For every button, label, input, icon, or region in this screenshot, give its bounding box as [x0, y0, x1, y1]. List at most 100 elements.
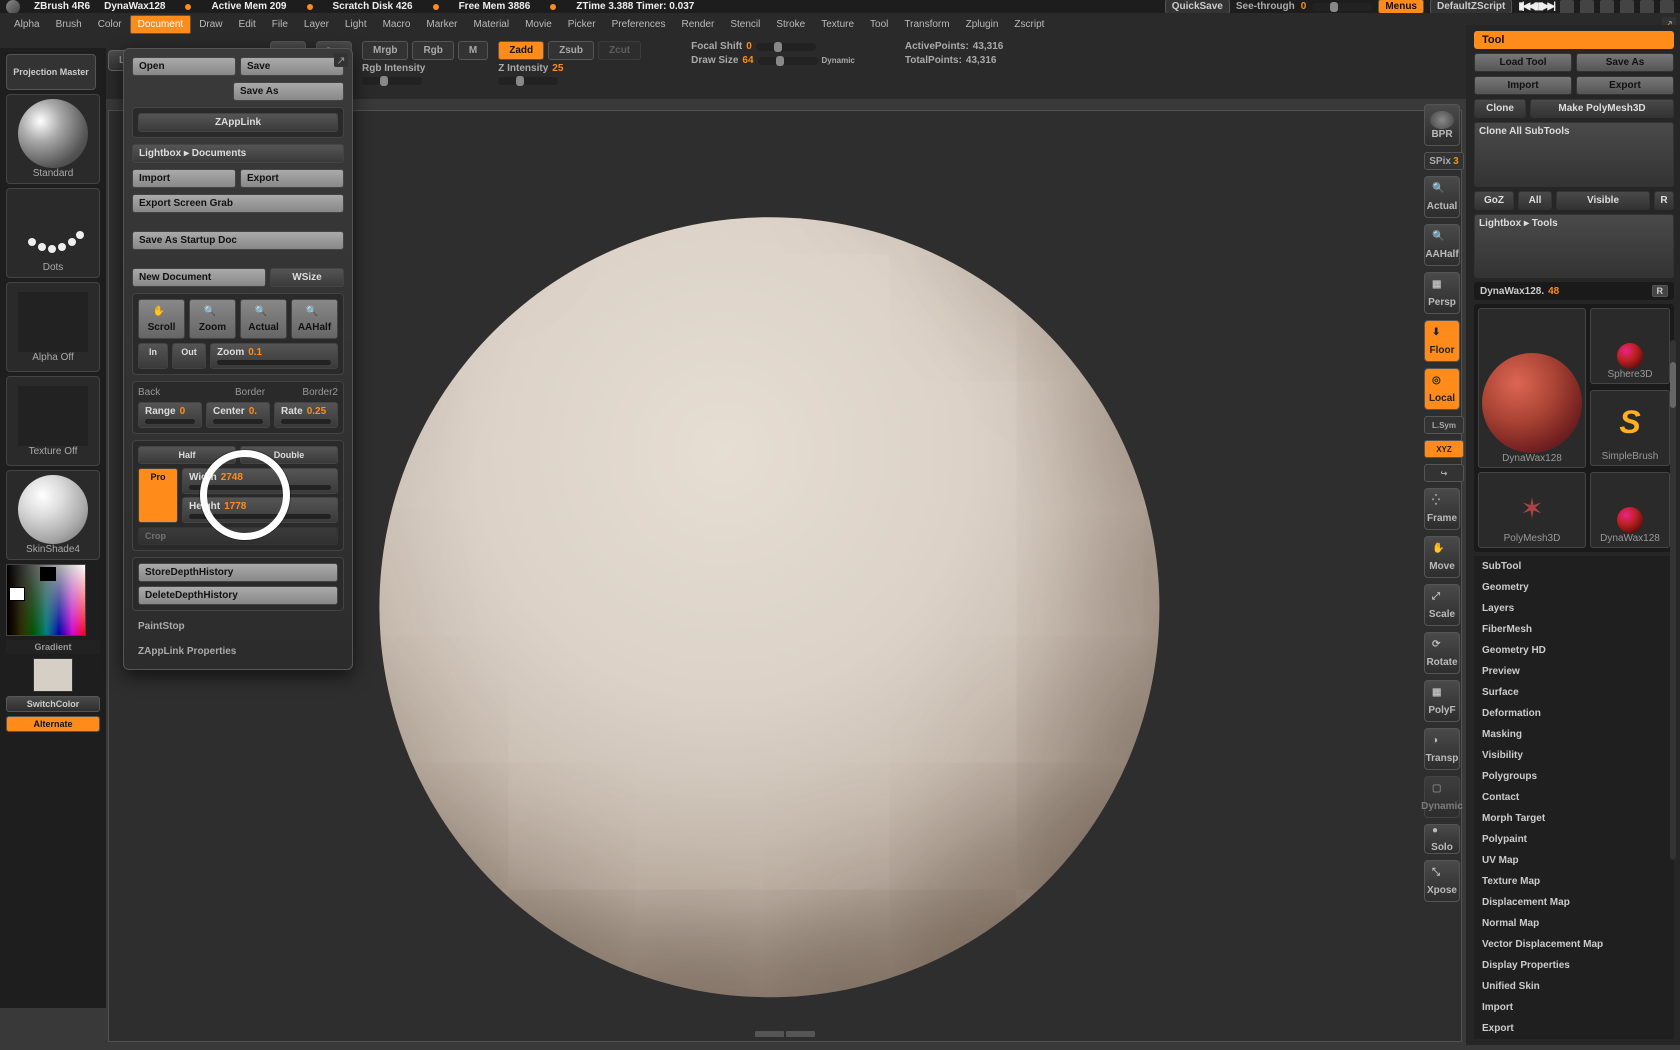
- import-tool-button[interactable]: Import: [1474, 76, 1572, 95]
- visible-button[interactable]: Visible: [1556, 191, 1650, 210]
- goz-button[interactable]: GoZ: [1474, 191, 1514, 210]
- actual-button[interactable]: 🔍Actual: [1424, 176, 1460, 218]
- tool-section-surface[interactable]: Surface: [1474, 682, 1674, 703]
- rgb-toggle[interactable]: Rgb: [412, 41, 453, 60]
- thumb-dynawax[interactable]: DynaWax128: [1590, 472, 1670, 548]
- doc-width[interactable]: Width2748: [182, 468, 338, 494]
- menu-macro[interactable]: Macro: [375, 15, 419, 34]
- zoom-in[interactable]: In: [138, 343, 168, 369]
- drawsize-slider[interactable]: [758, 57, 818, 65]
- projection-master-button[interactable]: Projection Master: [6, 54, 96, 90]
- active-tool-name[interactable]: DynaWax128.48R: [1474, 282, 1674, 300]
- move-nav-button[interactable]: ✋Move: [1424, 536, 1460, 578]
- doc-saveas[interactable]: Save As: [233, 82, 344, 101]
- tool-section-visibility[interactable]: Visibility: [1474, 745, 1674, 766]
- tool-section-fibermesh[interactable]: FiberMesh: [1474, 619, 1674, 640]
- rgb-intensity-slider[interactable]: [362, 77, 422, 85]
- focal-slider[interactable]: [756, 43, 816, 51]
- defaultscript-button[interactable]: DefaultZScript: [1430, 0, 1512, 14]
- z-intensity-slider[interactable]: [498, 77, 558, 85]
- menu-alpha[interactable]: Alpha: [6, 15, 48, 34]
- tool-section-vector-displacement-map[interactable]: Vector Displacement Map: [1474, 934, 1674, 955]
- seethrough-slider[interactable]: [1312, 3, 1372, 11]
- tool-panel-scrollbar[interactable]: [1670, 340, 1676, 860]
- menu-render[interactable]: Render: [674, 15, 723, 34]
- lsym-chip[interactable]: L.Sym: [1424, 416, 1464, 434]
- tool-section-texture-map[interactable]: Texture Map: [1474, 871, 1674, 892]
- menu-zplugin[interactable]: Zplugin: [958, 15, 1007, 34]
- tool-section-import[interactable]: Import: [1474, 997, 1674, 1018]
- rotate-nav-button[interactable]: ⟳Rotate: [1424, 632, 1460, 674]
- pro-toggle[interactable]: Pro: [138, 468, 178, 523]
- brush-thumb[interactable]: Standard: [6, 94, 100, 184]
- solo-button[interactable]: ●Solo: [1424, 824, 1460, 854]
- paintstop-section[interactable]: PaintStop: [132, 617, 344, 636]
- m-toggle[interactable]: M: [458, 41, 488, 60]
- dynamic-label[interactable]: Dynamic: [822, 56, 855, 65]
- z-intensity-value[interactable]: 25: [552, 63, 563, 74]
- tool-section-display-properties[interactable]: Display Properties: [1474, 955, 1674, 976]
- persp-button[interactable]: ▦Persp: [1424, 272, 1460, 314]
- canvas-tray-handle[interactable]: [755, 1031, 815, 1039]
- menu-stroke[interactable]: Stroke: [768, 15, 813, 34]
- alpha-thumb[interactable]: Alpha Off: [6, 282, 100, 372]
- menu-transform[interactable]: Transform: [896, 15, 957, 34]
- menu-document[interactable]: Document: [130, 15, 192, 34]
- polyf-button[interactable]: ▦PolyF: [1424, 680, 1460, 722]
- tool-section-subtool[interactable]: SubTool: [1474, 556, 1674, 577]
- zapplink-props-section[interactable]: ZAppLink Properties: [132, 642, 344, 661]
- export-screengrab[interactable]: Export Screen Grab: [132, 194, 344, 213]
- tool-r-button[interactable]: R: [1652, 285, 1669, 297]
- dropdown-pin-icon[interactable]: ↗: [334, 53, 348, 67]
- r-button[interactable]: R: [1654, 191, 1674, 210]
- texture-thumb[interactable]: Texture Off: [6, 376, 100, 466]
- save-startup-doc[interactable]: Save As Startup Doc: [132, 231, 344, 250]
- tool-section-export[interactable]: Export: [1474, 1018, 1674, 1039]
- thumb-simplebrush[interactable]: SSimpleBrush: [1590, 390, 1670, 466]
- window-icon-2[interactable]: [1580, 0, 1594, 14]
- tool-section-uv-map[interactable]: UV Map: [1474, 850, 1674, 871]
- bpr-button[interactable]: BPR: [1424, 104, 1460, 146]
- dynamic-button[interactable]: ▢Dynamic: [1424, 776, 1460, 818]
- tool-panel-title[interactable]: Tool: [1474, 31, 1674, 49]
- menu-tool[interactable]: Tool: [862, 15, 896, 34]
- zoom-value[interactable]: Zoom0.1: [210, 343, 338, 369]
- zoom-out[interactable]: Out: [172, 343, 206, 369]
- center-slider[interactable]: Center0.: [206, 402, 270, 428]
- tool-section-layers[interactable]: Layers: [1474, 598, 1674, 619]
- local-button[interactable]: ◎Local: [1424, 368, 1460, 410]
- menu-brush[interactable]: Brush: [48, 15, 90, 34]
- menu-edit[interactable]: Edit: [231, 15, 264, 34]
- tool-section-normal-map[interactable]: Normal Map: [1474, 913, 1674, 934]
- sculpt-sphere[interactable]: [379, 217, 1159, 997]
- crop-button[interactable]: Crop: [138, 527, 338, 545]
- doc-import[interactable]: Import: [132, 169, 236, 188]
- maximize-icon[interactable]: [1640, 0, 1654, 14]
- doc-open[interactable]: Open: [132, 57, 236, 76]
- material-thumb[interactable]: SkinShade4: [6, 470, 100, 560]
- menu-file[interactable]: File: [264, 15, 296, 34]
- spix-chip[interactable]: SPix 3: [1424, 152, 1464, 170]
- thumb-active[interactable]: DynaWax128: [1478, 308, 1586, 468]
- border-label[interactable]: Border: [235, 387, 265, 398]
- rate-slider[interactable]: Rate0.25: [274, 402, 338, 428]
- menus-button[interactable]: Menus: [1378, 0, 1424, 14]
- tool-section-contact[interactable]: Contact: [1474, 787, 1674, 808]
- range-slider[interactable]: Range0: [138, 402, 202, 428]
- doc-export[interactable]: Export: [240, 169, 344, 188]
- gradient-button[interactable]: Gradient: [6, 640, 100, 654]
- lightbox-docs-button[interactable]: Lightbox ▸ Documents: [132, 144, 344, 163]
- stroke-thumb[interactable]: Dots: [6, 188, 100, 278]
- saveas-tool-button[interactable]: Save As: [1576, 53, 1674, 72]
- alternate-button[interactable]: Alternate: [6, 716, 100, 732]
- mrgb-toggle[interactable]: Mrgb: [362, 41, 408, 60]
- thumb-sphere3d[interactable]: Sphere3D: [1590, 308, 1670, 384]
- menu-stencil[interactable]: Stencil: [722, 15, 768, 34]
- tool-section-displacement-map[interactable]: Displacement Map: [1474, 892, 1674, 913]
- store-depth[interactable]: StoreDepthHistory: [138, 563, 338, 582]
- window-icon-1[interactable]: [1560, 0, 1574, 14]
- xpose-button[interactable]: ⤡Xpose: [1424, 860, 1460, 902]
- load-tool-button[interactable]: Load Tool: [1474, 53, 1572, 72]
- zsub-toggle[interactable]: Zsub: [548, 41, 594, 60]
- doc-scroll[interactable]: ✋Scroll: [138, 299, 185, 339]
